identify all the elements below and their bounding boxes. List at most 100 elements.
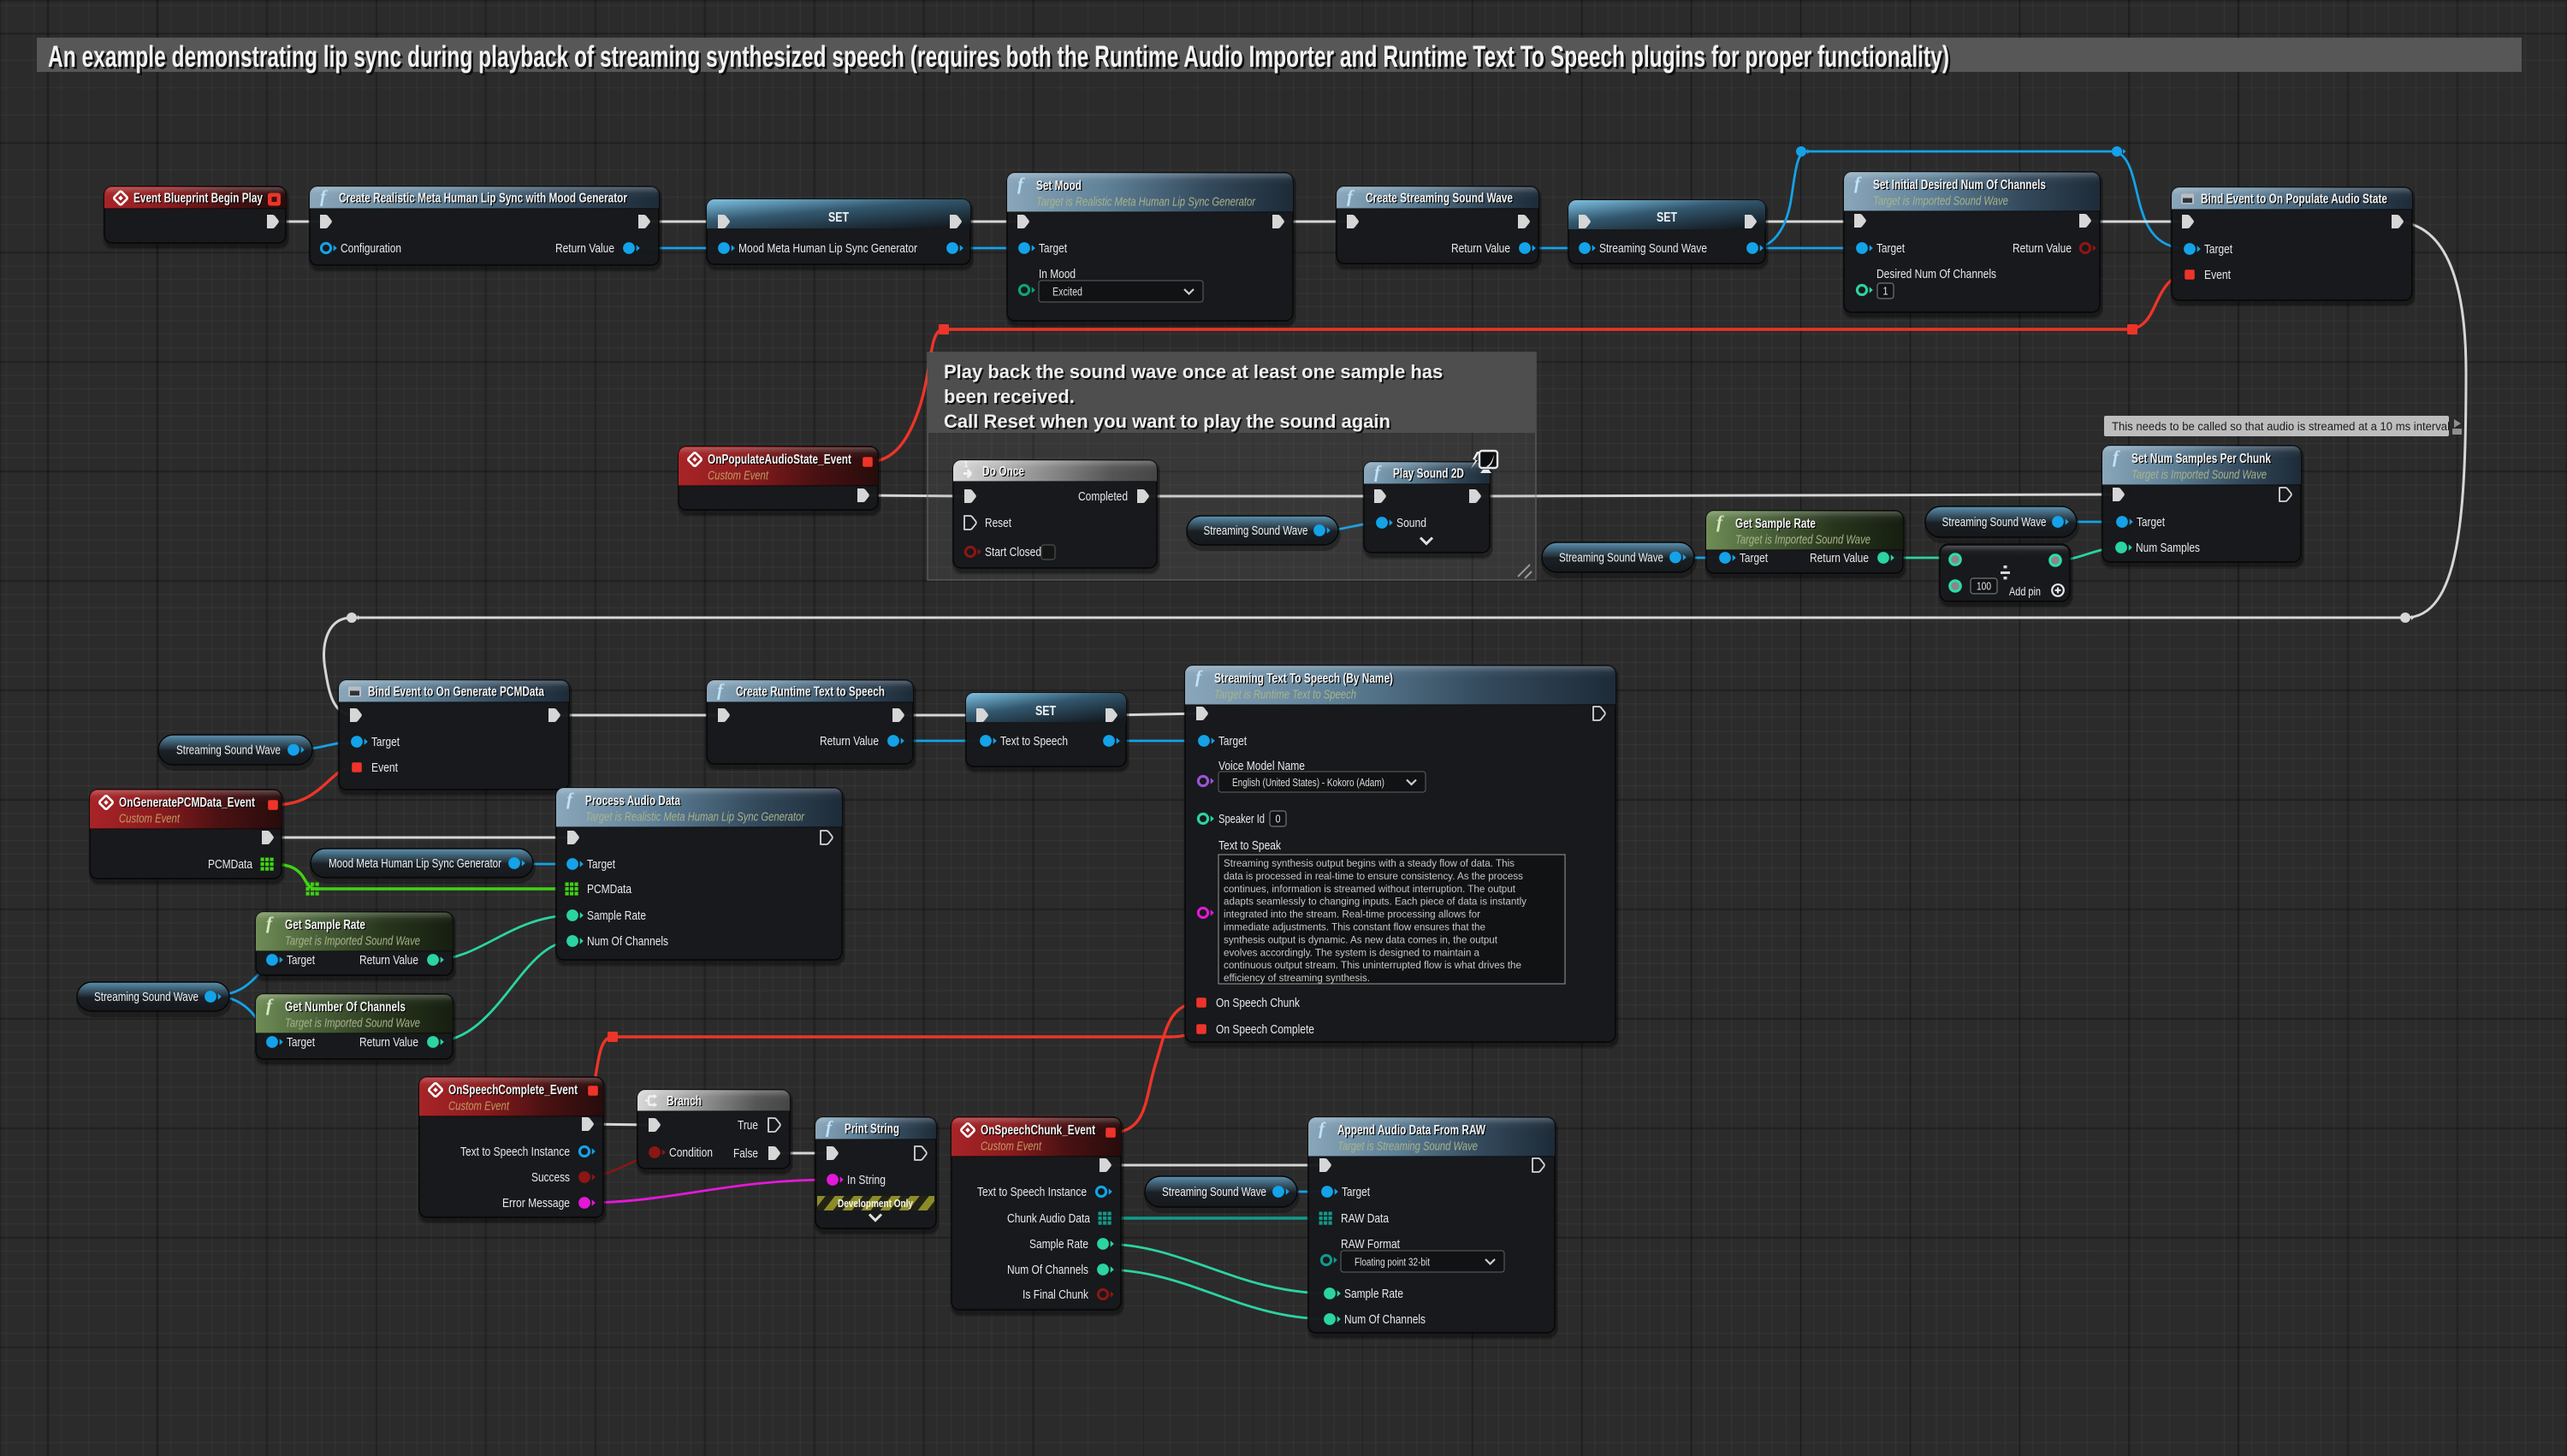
svg-text:Streaming Sound Wave: Streaming Sound Wave [1204, 524, 1308, 538]
svg-text:Event: Event [371, 761, 399, 775]
svg-text:Sound: Sound [1396, 516, 1426, 530]
svg-text:immediate adjustments. This co: immediate adjustments. This constant flo… [1224, 921, 1485, 933]
svg-text:Custom Event: Custom Event [448, 1099, 510, 1114]
svg-text:Return Value: Return Value [359, 953, 418, 968]
svg-text:efficiency of streaming synthe: efficiency of streaming synthesis. [1224, 972, 1370, 984]
svg-text:Event: Event [2204, 268, 2232, 282]
svg-text:SET: SET [1035, 704, 1056, 719]
svg-text:RAW Data: RAW Data [1341, 1211, 1390, 1226]
svg-text:Target: Target [587, 857, 616, 872]
svg-text:adapts seamlessly to changing: adapts seamlessly to changing inputs. Ea… [1224, 896, 1527, 908]
svg-text:Custom Event: Custom Event [708, 469, 769, 483]
svg-text:Get Sample Rate: Get Sample Rate [1735, 517, 1816, 531]
svg-text:Do Once: Do Once [982, 465, 1024, 479]
svg-text:Desired Num Of Channels: Desired Num Of Channels [1876, 267, 1996, 281]
svg-text:Play Sound 2D: Play Sound 2D [1393, 467, 1464, 482]
svg-text:Return Value: Return Value [2013, 241, 2072, 256]
svg-text:An example demonstrating lip s: An example demonstrating lip sync during… [48, 40, 1949, 74]
svg-text:Target is Realistic Meta Human: Target is Realistic Meta Human Lip Sync … [1036, 195, 1256, 210]
svg-text:This needs to be called so tha: This needs to be called so that audio is… [2112, 420, 2450, 433]
svg-text:Error Message: Error Message [502, 1196, 570, 1210]
svg-text:Set Initial Desired Num Of Cha: Set Initial Desired Num Of Channels [1873, 178, 2046, 192]
svg-text:Text to Speak: Text to Speak [1218, 838, 1281, 853]
svg-text:Append Audio Data From RAW: Append Audio Data From RAW [1337, 1123, 1486, 1138]
svg-text:Get Sample Rate: Get Sample Rate [285, 918, 365, 932]
svg-text:Print String: Print String [845, 1122, 899, 1137]
svg-text:Chunk Audio Data: Chunk Audio Data [1007, 1211, 1091, 1226]
svg-text:Streaming Text To Speech (By N: Streaming Text To Speech (By Name) [1214, 672, 1393, 686]
svg-text:Return Value: Return Value [1451, 241, 1510, 256]
svg-text:Create Runtime Text to Speech: Create Runtime Text to Speech [736, 685, 885, 700]
svg-text:PCMData: PCMData [208, 857, 253, 872]
svg-text:been received.: been received. [944, 386, 1075, 407]
svg-text:1: 1 [963, 459, 969, 470]
svg-text:In Mood: In Mood [1039, 267, 1076, 281]
svg-text:OnPopulateAudioState_Event: OnPopulateAudioState_Event [708, 453, 851, 467]
svg-text:Success: Success [531, 1170, 570, 1185]
svg-text:Return Value: Return Value [359, 1035, 418, 1050]
svg-text:In String: In String [847, 1173, 886, 1187]
svg-text:Set Mood: Set Mood [1036, 179, 1082, 193]
svg-text:Target: Target [2137, 515, 2166, 530]
svg-text:On Speech Complete: On Speech Complete [1216, 1022, 1314, 1037]
svg-text:Sample Rate: Sample Rate [1344, 1287, 1403, 1301]
svg-text:PCMData: PCMData [587, 882, 632, 897]
svg-text:Target: Target [1740, 551, 1769, 565]
svg-text:Num Of Channels: Num Of Channels [587, 934, 668, 949]
svg-text:Return Value: Return Value [820, 734, 879, 749]
svg-text:Floating point 32-bit: Floating point 32-bit [1355, 1257, 1430, 1269]
svg-text:False: False [733, 1146, 758, 1161]
svg-text:Target is Streaming Sound Wave: Target is Streaming Sound Wave [1337, 1139, 1478, 1154]
svg-text:Mood Meta Human Lip Sync Gener: Mood Meta Human Lip Sync Generator [738, 241, 917, 256]
svg-text:Play back the sound wave once: Play back the sound wave once at least o… [944, 361, 1443, 382]
svg-text:Streaming Sound Wave: Streaming Sound Wave [1559, 552, 1663, 565]
svg-text:Condition: Condition [669, 1145, 713, 1160]
svg-text:Custom Event: Custom Event [981, 1139, 1042, 1154]
svg-text:Bind Event to On Populate Audi: Bind Event to On Populate Audio State [2201, 192, 2387, 207]
svg-text:Target is Imported Sound Wave: Target is Imported Sound Wave [285, 1016, 420, 1031]
svg-text:Streaming Sound Wave: Streaming Sound Wave [1599, 241, 1707, 256]
svg-text:OnSpeechChunk_Event: OnSpeechChunk_Event [981, 1123, 1095, 1138]
svg-text:Excited: Excited [1052, 286, 1082, 299]
svg-text:Return Value: Return Value [555, 241, 614, 256]
svg-text:Target: Target [1218, 734, 1248, 749]
svg-text:Target: Target [1342, 1185, 1371, 1199]
svg-text:Target is Imported Sound Wave: Target is Imported Sound Wave [2131, 468, 2267, 482]
svg-text:Completed: Completed [1078, 489, 1128, 504]
svg-text:Num Samples: Num Samples [2136, 541, 2200, 555]
svg-text:Text to Speech Instance: Text to Speech Instance [460, 1145, 570, 1159]
svg-text:Target: Target [1876, 241, 1906, 256]
svg-text:Add pin: Add pin [2009, 585, 2041, 598]
svg-text:On Speech Chunk: On Speech Chunk [1216, 996, 1300, 1010]
svg-text:Set Num Samples Per Chunk: Set Num Samples Per Chunk [2131, 452, 2271, 466]
svg-text:Return Value: Return Value [1810, 551, 1869, 565]
svg-text:True: True [738, 1118, 758, 1133]
svg-text:Event Blueprint Begin Play: Event Blueprint Begin Play [133, 192, 263, 206]
svg-text:Target: Target [371, 735, 400, 749]
svg-text:Call Reset when you want to pl: Call Reset when you want to play the sou… [944, 411, 1390, 432]
svg-text:Voice Model Name: Voice Model Name [1218, 759, 1305, 773]
svg-text:Process Audio Data: Process Audio Data [585, 794, 680, 808]
svg-text:Streaming synthesis output beg: Streaming synthesis output begins with a… [1224, 857, 1515, 869]
svg-text:Is Final Chunk: Is Final Chunk [1023, 1287, 1088, 1302]
svg-text:Num Of Channels: Num Of Channels [1344, 1312, 1426, 1327]
svg-text:continues, information is stre: continues, information is streamed witho… [1224, 883, 1516, 895]
svg-text:RAW Format: RAW Format [1341, 1237, 1401, 1252]
svg-text:data is processed in real-time: data is processed in real-time to ensure… [1224, 870, 1523, 882]
svg-text:Target: Target [2204, 242, 2233, 257]
svg-text:evolves accordingly. The syste: evolves accordingly. The system is desig… [1224, 946, 1479, 958]
svg-text:1: 1 [1883, 285, 1888, 298]
svg-text:English (United States) - Koko: English (United States) - Kokoro (Adam) [1232, 777, 1384, 789]
svg-text:synthesis output is dynamic. A: synthesis output is dynamic. As new data… [1224, 933, 1498, 945]
svg-text:Get Number Of Channels: Get Number Of Channels [285, 1000, 406, 1015]
svg-text:Branch: Branch [667, 1094, 702, 1109]
svg-text:Target: Target [287, 953, 316, 968]
svg-text:Text to Speech: Text to Speech [1000, 734, 1068, 749]
svg-text:Bind Event to On Generate PCMD: Bind Event to On Generate PCMData [368, 685, 544, 700]
svg-text:Start Closed: Start Closed [985, 545, 1041, 559]
svg-text:Reset: Reset [985, 516, 1012, 530]
svg-text:SET: SET [828, 210, 849, 225]
svg-text:SET: SET [1657, 210, 1677, 225]
svg-text:Custom Event: Custom Event [119, 812, 181, 826]
svg-text:Streaming Sound Wave: Streaming Sound Wave [1942, 516, 2047, 530]
